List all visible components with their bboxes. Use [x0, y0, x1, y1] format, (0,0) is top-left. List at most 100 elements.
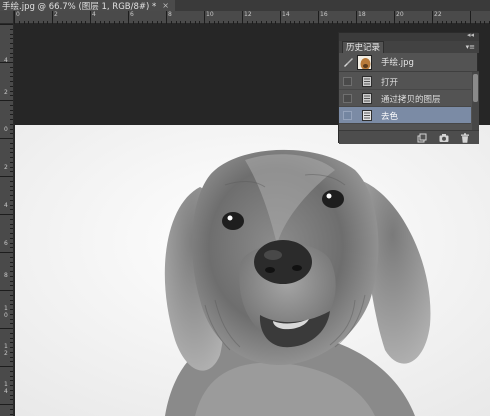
- ruler-tick: [10, 280, 13, 282]
- document-state-icon: [362, 110, 372, 121]
- ruler-tick: [10, 304, 13, 306]
- document-image[interactable]: [15, 125, 490, 416]
- ruler-tick: [10, 114, 13, 116]
- ruler-tick: [113, 21, 115, 24]
- trash-icon[interactable]: [460, 133, 470, 143]
- ruler-tick: [337, 21, 338, 24]
- ruler-tick: [322, 21, 324, 24]
- ruler-tick: [470, 11, 471, 24]
- ruler-top-label: 2: [54, 11, 58, 18]
- ruler-tick: [10, 185, 13, 187]
- ruler-top-label: 12: [244, 11, 252, 18]
- document-state-icon: [362, 76, 372, 87]
- ruler-left-label: 8: [4, 272, 8, 279]
- ruler-tick: [417, 21, 419, 24]
- ruler-tick: [10, 157, 13, 158]
- ruler-tick: [10, 318, 13, 320]
- panel-menu-icon[interactable]: ▾≡: [466, 41, 475, 53]
- ruler-tick: [299, 21, 300, 24]
- ruler-tick: [10, 104, 13, 106]
- ruler-tick: [10, 294, 13, 296]
- ruler-tick: [261, 21, 262, 24]
- history-state-label: 通过拷贝的图层: [381, 95, 441, 105]
- ruler-tick: [175, 21, 177, 24]
- ruler-left-label: 2: [4, 164, 8, 171]
- ruler-tick: [185, 21, 186, 24]
- ruler-tick: [474, 21, 476, 24]
- close-tab-icon[interactable]: ×: [162, 1, 169, 10]
- history-brush-source-checkbox[interactable]: [343, 111, 352, 120]
- document-tab[interactable]: 手绘.jpg @ 66.7% (图层 1, RGB/8#) * ×: [0, 0, 175, 12]
- ruler-tick: [10, 218, 13, 220]
- ruler-tick: [10, 47, 13, 49]
- ruler-tick: [375, 21, 376, 24]
- horizontal-ruler[interactable]: 0 2 4 6 8 10 12 14 16 18 20 22: [14, 11, 490, 24]
- history-brush-icon[interactable]: [343, 57, 353, 67]
- ruler-top-label: 14: [282, 11, 290, 18]
- ruler-tick: [90, 11, 91, 24]
- ruler-tick: [384, 21, 386, 24]
- ruler-tick: [10, 109, 13, 111]
- history-snapshot[interactable]: 手绘.jpg: [339, 53, 479, 72]
- ruler-top-label: 20: [396, 11, 404, 18]
- ruler-tick: [10, 242, 13, 244]
- history-state-open[interactable]: 打开: [339, 73, 471, 90]
- collapse-icon[interactable]: ◂◂: [467, 31, 474, 39]
- vertical-ruler[interactable]: 4 2 0 2 4 6 8 1 0 1 2 1 4: [0, 24, 14, 416]
- ruler-tick: [0, 252, 13, 253]
- ruler-tick: [10, 190, 13, 192]
- ruler-top-label: 6: [130, 11, 134, 18]
- history-state-layer-via-copy[interactable]: 通过拷贝的图层: [339, 90, 471, 107]
- dog-nose: [254, 240, 312, 284]
- ruler-tick: [370, 21, 372, 24]
- new-document-from-state-icon[interactable]: [417, 133, 427, 143]
- history-brush-source-checkbox[interactable]: [343, 77, 352, 86]
- ruler-tick: [0, 366, 13, 367]
- ruler-tick: [10, 166, 13, 168]
- ruler-tick: [356, 11, 357, 24]
- ruler-tick: [151, 21, 153, 24]
- ruler-origin[interactable]: [0, 11, 14, 24]
- ruler-tick: [408, 21, 410, 24]
- ruler-tick: [10, 337, 13, 339]
- ruler-tick: [10, 285, 13, 287]
- ruler-tick: [246, 21, 248, 24]
- ruler-tick: [66, 21, 68, 24]
- ruler-tick: [170, 21, 172, 24]
- ruler-tick: [56, 21, 58, 24]
- ruler-left-label: 4: [4, 202, 8, 209]
- ruler-left-label: 1 2: [4, 343, 8, 357]
- ruler-tick: [265, 21, 267, 24]
- panel-collapse-bar[interactable]: ◂◂: [339, 31, 479, 41]
- ruler-tick: [10, 266, 13, 268]
- ruler-tick: [313, 21, 315, 24]
- ruler-tick: [47, 21, 49, 24]
- ruler-tick: [327, 21, 329, 24]
- ruler-tick: [18, 21, 20, 24]
- history-state-desaturate[interactable]: 去色: [339, 107, 471, 124]
- ruler-tick: [218, 21, 220, 24]
- ruler-tick: [137, 21, 139, 24]
- camera-icon[interactable]: [439, 133, 449, 143]
- tab-history[interactable]: 历史记录: [342, 41, 385, 53]
- history-scrollbar[interactable]: [472, 72, 479, 130]
- ruler-tick: [10, 385, 13, 386]
- scrollbar-thumb[interactable]: [473, 74, 478, 102]
- ruler-tick: [10, 152, 13, 154]
- ruler-tick: [10, 380, 13, 382]
- ruler-tick: [123, 21, 125, 24]
- ruler-tick: [346, 21, 348, 24]
- ruler-tick: [104, 21, 106, 24]
- ruler-tick: [332, 21, 334, 24]
- ruler-top-label: 22: [434, 11, 442, 18]
- ruler-tick: [10, 309, 13, 310]
- document-state-icon: [362, 93, 372, 104]
- ruler-tick: [379, 21, 381, 24]
- ruler-tick: [10, 375, 13, 377]
- ruler-tick: [142, 21, 144, 24]
- ruler-tick: [10, 256, 13, 258]
- ruler-tick: [10, 66, 13, 68]
- history-brush-source-checkbox[interactable]: [343, 94, 352, 103]
- ruler-tick: [360, 21, 362, 24]
- ruler-tick: [10, 28, 13, 30]
